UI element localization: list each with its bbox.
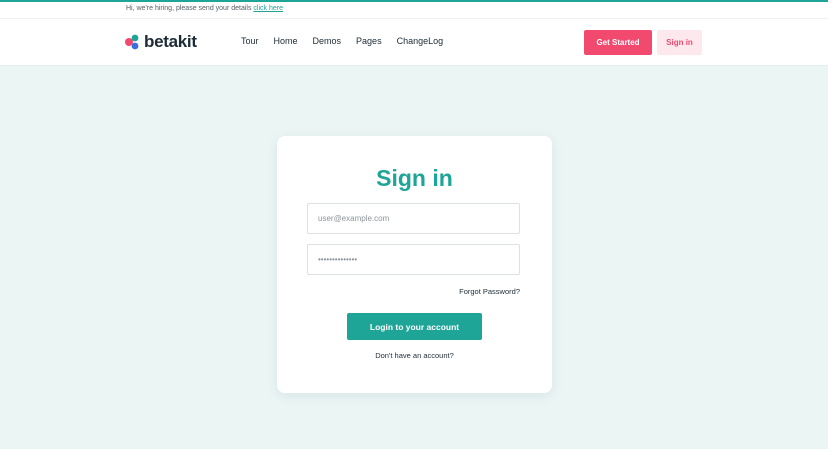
sign-in-card: Sign in Forgot Password? Login to your a… [277,136,552,393]
brand-name: betakit [144,32,197,51]
brand-logo[interactable]: betakit [124,31,197,53]
login-button[interactable]: Login to your account [347,313,482,340]
nav-item-changelog[interactable]: ChangeLog [397,36,444,46]
nav-item-pages[interactable]: Pages [356,36,382,46]
header-sign-in-button[interactable]: Sign in [657,30,702,55]
email-field[interactable] [307,203,520,234]
get-started-button[interactable]: Get Started [584,30,652,55]
forgot-password-link[interactable]: Forgot Password? [459,287,520,296]
nav-item-demos[interactable]: Demos [313,36,342,46]
announcement-link[interactable]: click here [253,5,283,12]
announcement-bar: Hi, we're hiring, please send your detai… [0,0,828,19]
no-account-link[interactable]: Don't have an account? [277,351,552,360]
main-navbar: betakit Tour Home Demos Pages ChangeLog … [0,19,828,66]
nav-links: Tour Home Demos Pages ChangeLog [241,36,443,46]
nav-item-home[interactable]: Home [274,36,298,46]
password-field[interactable] [307,244,520,275]
announcement-message: Hi, we're hiring, please send your detai… [126,5,283,12]
announcement-text: Hi, we're hiring, please send your detai… [126,5,252,12]
sign-in-title: Sign in [376,165,453,191]
nav-item-tour[interactable]: Tour [241,36,259,46]
betakit-logo-icon [125,34,139,50]
